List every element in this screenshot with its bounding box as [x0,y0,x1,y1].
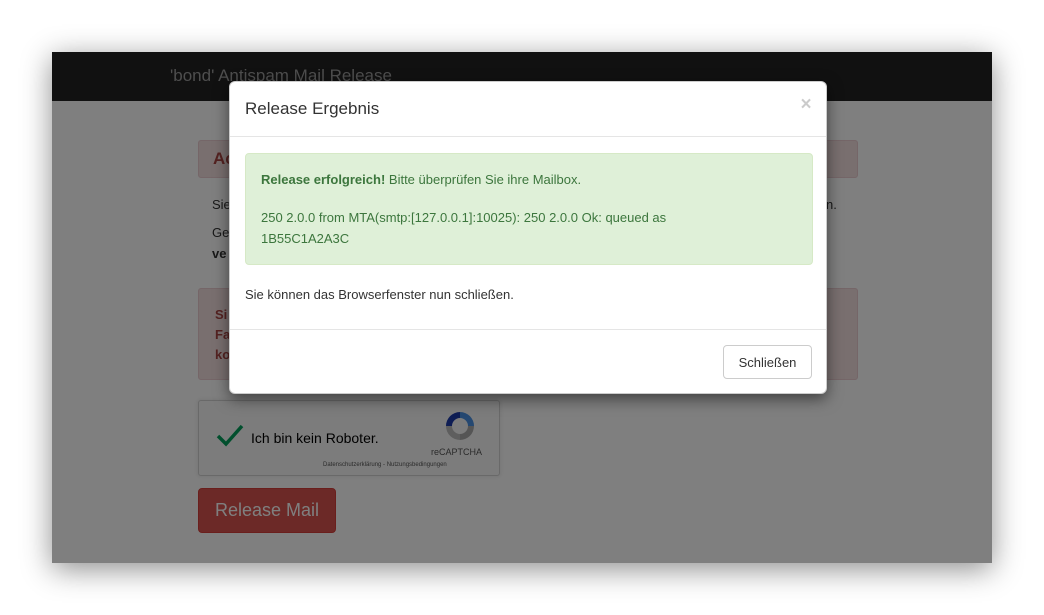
modal-note: Sie können das Browserfenster nun schlie… [245,287,514,302]
success-text: Bitte überprüfen Sie ihre Mailbox. [385,172,582,187]
modal-title: Release Ergebnis [245,99,380,118]
mta-response-line: 250 2.0.0 from MTA(smtp:[127.0.0.1]:1002… [261,210,667,225]
close-button[interactable]: Schließen [723,345,812,379]
release-result-dialog: Release Ergebnis × Release erfolgreich! … [229,81,827,394]
success-alert: Release erfolgreich! Bitte überprüfen Si… [245,153,813,265]
success-message: Release erfolgreich! Bitte überprüfen Si… [261,172,581,187]
modal-footer: Schließen [230,329,826,393]
close-icon[interactable]: × [796,94,816,116]
success-strong-text: Release erfolgreich! [261,172,386,187]
browser-viewport: 'bond' Antispam Mail Release Ac Sie n. G… [52,52,992,563]
modal-header: Release Ergebnis × [230,82,826,137]
queue-id: 1B55C1A2A3C [261,231,350,246]
